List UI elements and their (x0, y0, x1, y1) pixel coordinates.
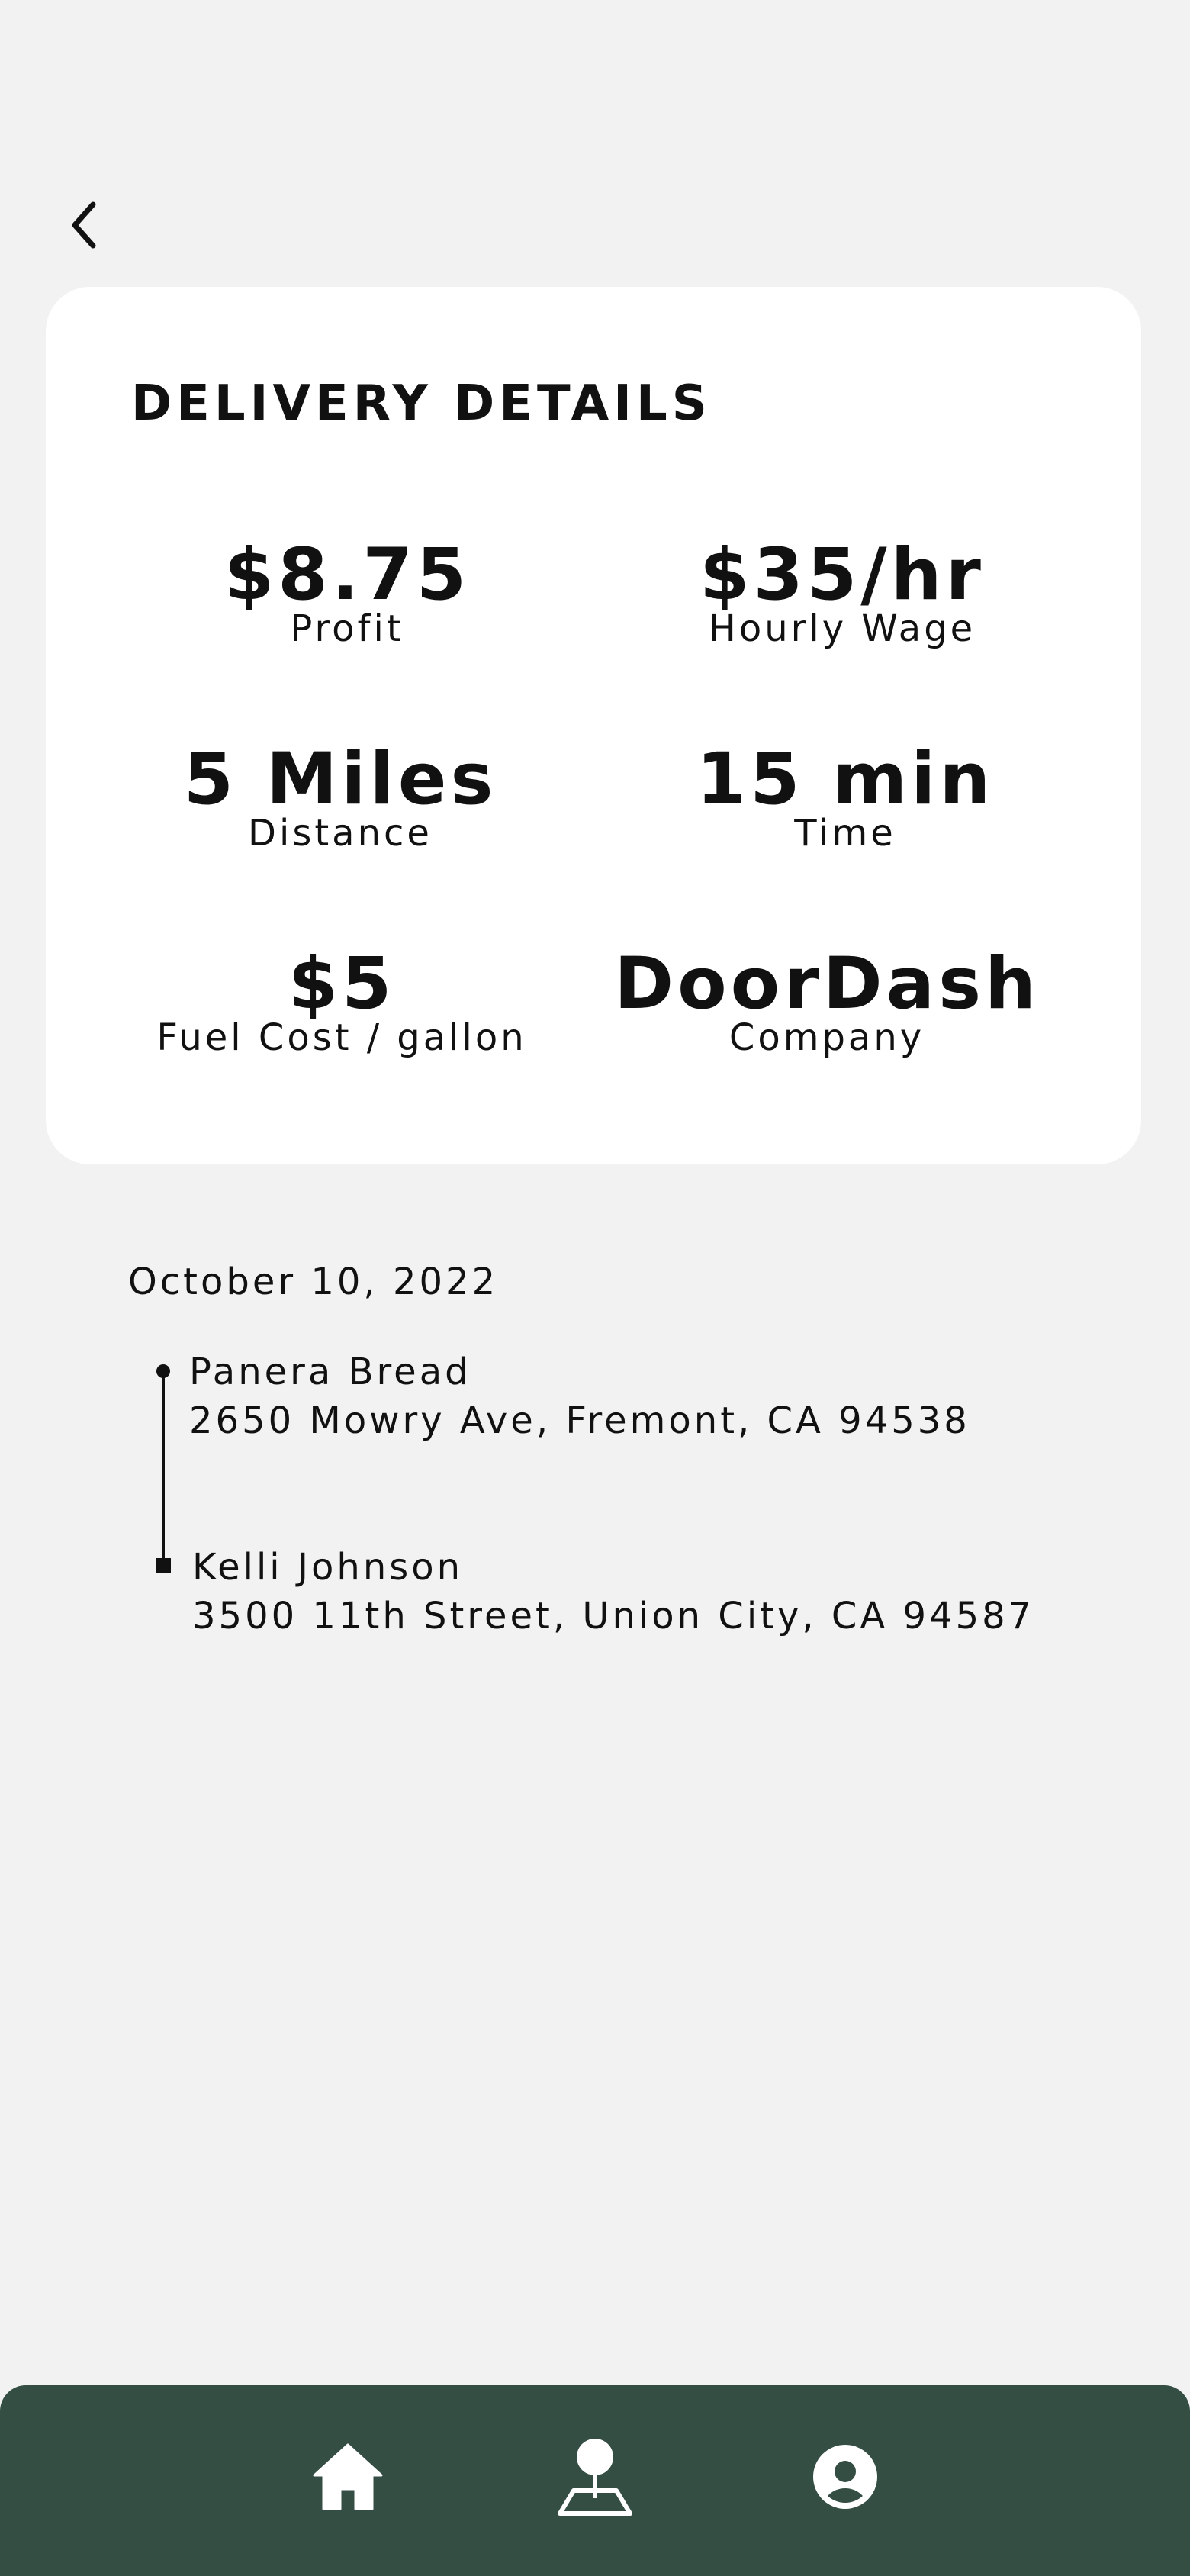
pickup-name: Panera Bread (189, 1351, 471, 1393)
route-timeline (154, 1364, 172, 1578)
back-button[interactable] (61, 195, 107, 256)
stat-fuel-cost: $5 Fuel Cost / gallon (156, 942, 527, 1060)
card-title: DELIVERY DETAILS (131, 375, 712, 432)
fuel-cost-label: Fuel Cost / gallon (156, 1016, 527, 1059)
nav-home-button[interactable] (302, 2431, 394, 2523)
bottom-navigation-bar (0, 2385, 1190, 2576)
company-value: DoorDash (614, 942, 1040, 1026)
pickup-stop: Panera Bread 2650 Mowry Ave, Fremont, CA… (189, 1348, 970, 1445)
dropoff-stop: Kelli Johnson 3500 11th Street, Union Ci… (192, 1543, 1034, 1641)
profit-value: $8.75 (224, 533, 471, 617)
hourly-wage-value: $35/hr (700, 533, 985, 617)
distance-value: 5 Miles (183, 738, 497, 821)
time-value: 15 min (696, 738, 995, 821)
stat-distance: 5 Miles Distance (184, 742, 497, 855)
dropoff-address: 3500 11th Street, Union City, CA 94587 (192, 1595, 1035, 1637)
pickup-address: 2650 Mowry Ave, Fremont, CA 94538 (189, 1399, 970, 1442)
dropoff-name: Kelli Johnson (192, 1546, 464, 1589)
fuel-cost-value: $5 (288, 942, 396, 1026)
hourly-wage-label: Hourly Wage (708, 607, 976, 650)
nav-profile-button[interactable] (799, 2431, 891, 2523)
stat-company: DoorDash Company (614, 942, 1040, 1060)
stat-hourly-wage: $35/hr Hourly Wage (700, 533, 985, 651)
chevron-left-icon (72, 201, 96, 249)
trip-date: October 10, 2022 (128, 1261, 499, 1303)
stat-time: 15 min Time (696, 742, 995, 855)
delivery-details-card: DELIVERY DETAILS $8.75 Profit $35/hr Hou… (46, 287, 1141, 1164)
dropoff-square-icon (156, 1558, 171, 1573)
map-pin-icon (558, 2439, 632, 2516)
home-icon (313, 2443, 383, 2510)
user-profile-icon (813, 2445, 877, 2509)
route-line (162, 1373, 165, 1564)
nav-map-button[interactable] (549, 2431, 641, 2523)
stat-profit: $8.75 Profit (224, 533, 471, 651)
